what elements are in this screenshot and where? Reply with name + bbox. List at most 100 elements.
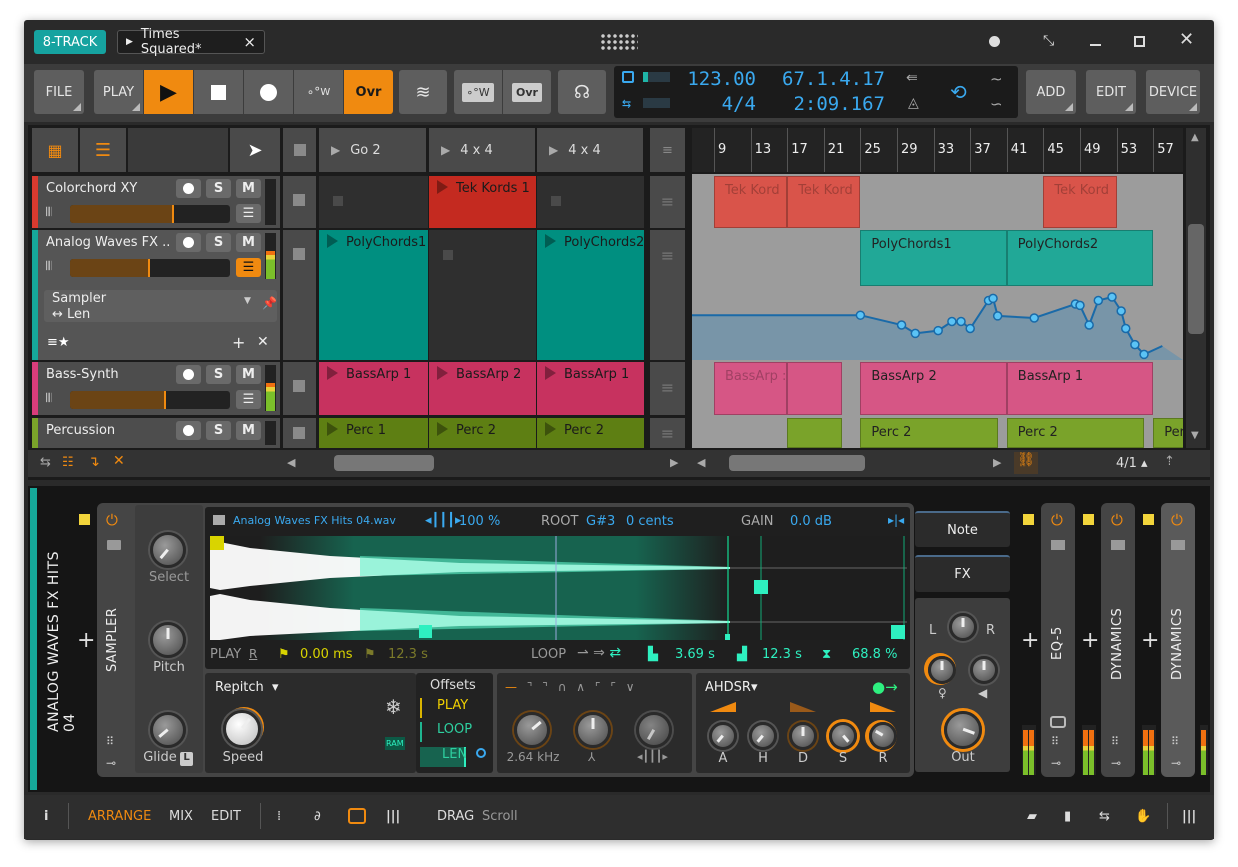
volume-mod-knob[interactable] <box>970 656 998 684</box>
close-tab-icon[interactable]: × <box>243 33 256 51</box>
launcher-overdub-button[interactable]: Ovr <box>503 70 551 114</box>
modulators-icon[interactable]: ⠿ <box>1051 735 1059 748</box>
envelope-type-select[interactable]: AHDSR▾ <box>705 680 758 695</box>
arranger-toggle[interactable]: ☰ <box>80 128 126 172</box>
arrangement-clip[interactable]: PolyChords2 <box>1006 230 1154 286</box>
add-menu-button[interactable]: ADD <box>1026 70 1076 114</box>
automation-point[interactable] <box>1107 292 1117 302</box>
record-button[interactable] <box>244 70 293 114</box>
stop-button[interactable] <box>194 70 243 114</box>
metronome-icon[interactable]: ◬ <box>908 95 919 111</box>
scene-launch-icon[interactable]: ≡ <box>650 230 685 360</box>
mute-button[interactable]: M <box>236 179 261 198</box>
arr-scroll-right-icon[interactable]: ▶ <box>993 456 1001 469</box>
scroll-down-icon[interactable]: ▼ <box>1191 430 1199 441</box>
edit-view-tab[interactable]: EDIT <box>211 809 241 824</box>
follow-icon[interactable]: ↴ <box>88 454 100 470</box>
launcher-clip[interactable]: PolyChords1 <box>319 230 428 360</box>
launcher-clip[interactable]: BassArp 2 <box>429 362 536 415</box>
decay-knob[interactable] <box>789 722 817 750</box>
play-menu-button[interactable]: PLAY <box>94 70 143 114</box>
window-icon[interactable] <box>1050 716 1066 728</box>
automation-point[interactable] <box>1084 320 1094 330</box>
crossfade-value[interactable]: 68.8 % <box>852 647 897 662</box>
device-panel-icon[interactable] <box>348 808 366 824</box>
arrangement-clip[interactable]: Perc 2 <box>1006 418 1145 448</box>
track-name[interactable]: Bass-Synth <box>46 367 171 382</box>
add-param-icon[interactable]: + <box>232 333 245 352</box>
empty-clip-slot[interactable] <box>537 176 644 228</box>
automation-point[interactable] <box>965 323 975 334</box>
record-arm-button[interactable] <box>176 179 201 198</box>
zoom-value[interactable]: 100 % <box>459 514 500 529</box>
tempo-display[interactable]: 123.00 <box>680 68 756 90</box>
clip-launcher-toggle[interactable]: ▦ <box>32 128 78 172</box>
release-knob[interactable] <box>869 722 897 750</box>
folder-icon[interactable]: ▰ <box>1027 809 1037 824</box>
arrangement-clip[interactable]: Perc 2 <box>860 418 998 448</box>
resonance-knob[interactable] <box>575 712 611 748</box>
groove-button[interactable]: ≋ <box>399 70 447 114</box>
sample-end[interactable]: 12.3 s <box>388 647 428 662</box>
filter-type-selector[interactable]: — ⌝ ⌝ ∩ ∧ ⌜ ⌜ ∨ <box>505 680 638 694</box>
track-header[interactable]: Bass-Synth S M 𝄃𝄃 ☰ <box>32 362 280 415</box>
power-icon[interactable]: ⏻ <box>106 511 118 529</box>
pre-roll-icon[interactable]: ⇚ <box>906 70 918 86</box>
automation-point[interactable] <box>988 293 998 304</box>
browser-panel-icon[interactable]: ⁞ <box>277 809 281 824</box>
automation-point[interactable] <box>855 310 866 320</box>
launcher-clip[interactable]: Tek Kords 1 <box>429 176 536 228</box>
record-indicator-icon[interactable] <box>989 36 1000 47</box>
scene-launch-icon[interactable]: ≡ <box>650 418 685 448</box>
launcher-clip[interactable]: Perc 2 <box>429 418 536 448</box>
device-selector[interactable]: Sampler ↔ Len ▼ 📌 <box>44 290 277 322</box>
clear-icon[interactable]: ✕ <box>113 453 125 469</box>
offset-play[interactable]: PLAY <box>420 698 468 718</box>
playback-mode-select[interactable]: Repitch ▾ <box>215 680 279 695</box>
io-routing-icon[interactable]: ⊸ <box>1111 756 1121 770</box>
loop-icon[interactable]: ⟲ <box>950 80 967 104</box>
automation-point[interactable] <box>1130 339 1140 350</box>
solo-button[interactable]: S <box>206 365 231 384</box>
track-header[interactable]: Percussion S M <box>32 418 280 448</box>
mixer-panel-icon[interactable]: ||| <box>386 809 400 824</box>
track-menu-button[interactable]: ☰ <box>236 258 261 277</box>
empty-clip-slot[interactable] <box>429 230 536 360</box>
scroll-right-icon[interactable]: ▶ <box>670 456 678 469</box>
select-knob[interactable] <box>150 532 186 568</box>
track-name[interactable]: Percussion <box>46 423 171 438</box>
track-name[interactable]: Analog Waves FX ... <box>46 235 171 250</box>
position-bars-display[interactable]: 67.1.4.17 <box>760 68 885 90</box>
add-device-icon[interactable]: + <box>77 630 95 652</box>
track-menu-button[interactable]: ☰ <box>236 390 261 409</box>
loop-start[interactable]: 3.69 s <box>675 647 715 662</box>
scene-header[interactable]: ▶ 4 x 4 <box>429 128 535 172</box>
punch-out-icon[interactable]: ∽ <box>990 95 1003 113</box>
automation-point[interactable] <box>933 325 943 336</box>
scene-launch-icon[interactable]: ≡ <box>650 176 685 228</box>
launcher-clip[interactable]: PolyChords2 <box>537 230 644 360</box>
fullscreen-icon[interactable]: ⤡ <box>1043 33 1054 49</box>
glide-knob[interactable] <box>150 712 186 748</box>
solo-button[interactable]: S <box>206 179 231 198</box>
track-stop-cell[interactable] <box>283 362 316 415</box>
minimize-icon[interactable] <box>1090 44 1101 46</box>
modulators-icon[interactable]: ⠿ <box>1171 735 1179 748</box>
arrangement-clip[interactable]: BassArp 1 <box>1006 362 1154 415</box>
arrangement-clip[interactable]: Tek Kord <box>1043 176 1117 228</box>
keyboard-icon[interactable]: ||| <box>1182 809 1196 824</box>
folder-icon[interactable] <box>1111 540 1125 550</box>
arrangement-clip[interactable] <box>787 418 843 448</box>
dropdown-icon[interactable]: ▼ <box>244 296 251 306</box>
output-knob[interactable] <box>944 711 982 749</box>
velocity-knob[interactable] <box>928 656 956 684</box>
pitch-knob[interactable] <box>150 622 186 658</box>
zoom-icon[interactable]: ◂┃┃┃▸ <box>425 513 462 528</box>
sustain-knob[interactable] <box>829 722 857 750</box>
scene-header[interactable]: ▶ Go 2 <box>319 128 426 172</box>
track-stop-cell[interactable] <box>283 230 316 360</box>
position-time-display[interactable]: 2:09.167 <box>760 93 885 115</box>
io-routing-icon[interactable]: ⊸ <box>1171 756 1181 770</box>
scene-header[interactable]: ▶ 4 x 4 <box>537 128 643 172</box>
automation-point[interactable] <box>1029 313 1039 323</box>
